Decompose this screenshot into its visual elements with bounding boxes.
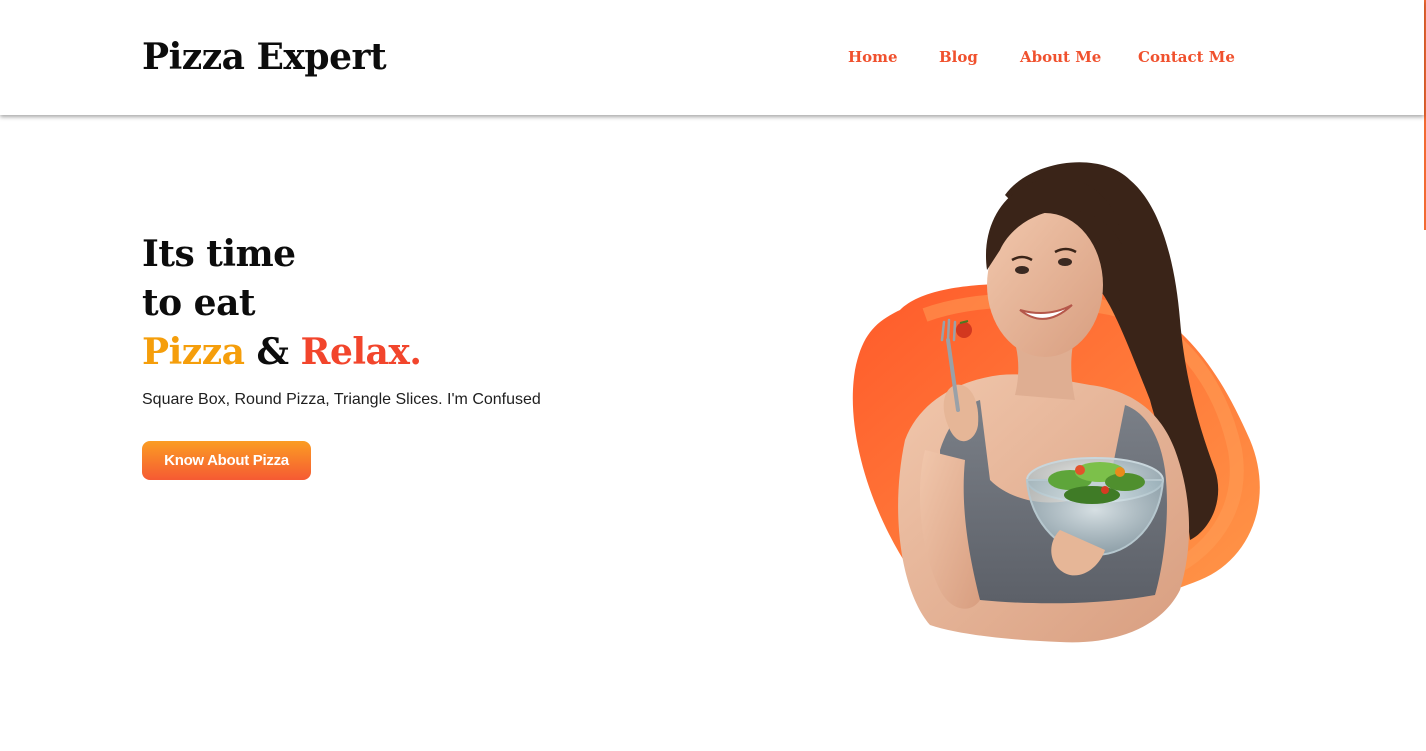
nav-link-blog[interactable]: Blog bbox=[939, 48, 978, 66]
hero-word-relax: Relax. bbox=[300, 331, 422, 373]
nav-link-contact-me[interactable]: Contact Me bbox=[1138, 48, 1235, 66]
hero-heading-line-1: Its time bbox=[142, 233, 296, 275]
cherry-tomato bbox=[956, 322, 972, 338]
hero-heading-line-2: to eat bbox=[142, 282, 256, 324]
hero-subtitle: Square Box, Round Pizza, Triangle Slices… bbox=[142, 391, 541, 408]
hero-word-pizza: Pizza bbox=[142, 331, 245, 373]
know-about-pizza-button[interactable]: Know About Pizza bbox=[142, 441, 311, 480]
hero-heading: Its time to eat Pizza & Relax. bbox=[142, 230, 422, 377]
site-header: Pizza Expert Home Blog About Me Contact … bbox=[0, 0, 1424, 115]
woman-eating-salad-image bbox=[852, 162, 1260, 643]
nav-link-home[interactable]: Home bbox=[848, 48, 898, 66]
nav-link-about-me[interactable]: About Me bbox=[1020, 48, 1101, 66]
hero-ampersand: & bbox=[244, 331, 301, 373]
main-nav: Home Blog About Me Contact Me bbox=[0, 48, 1424, 70]
hero-heading-line-3: Pizza & Relax. bbox=[142, 328, 422, 377]
